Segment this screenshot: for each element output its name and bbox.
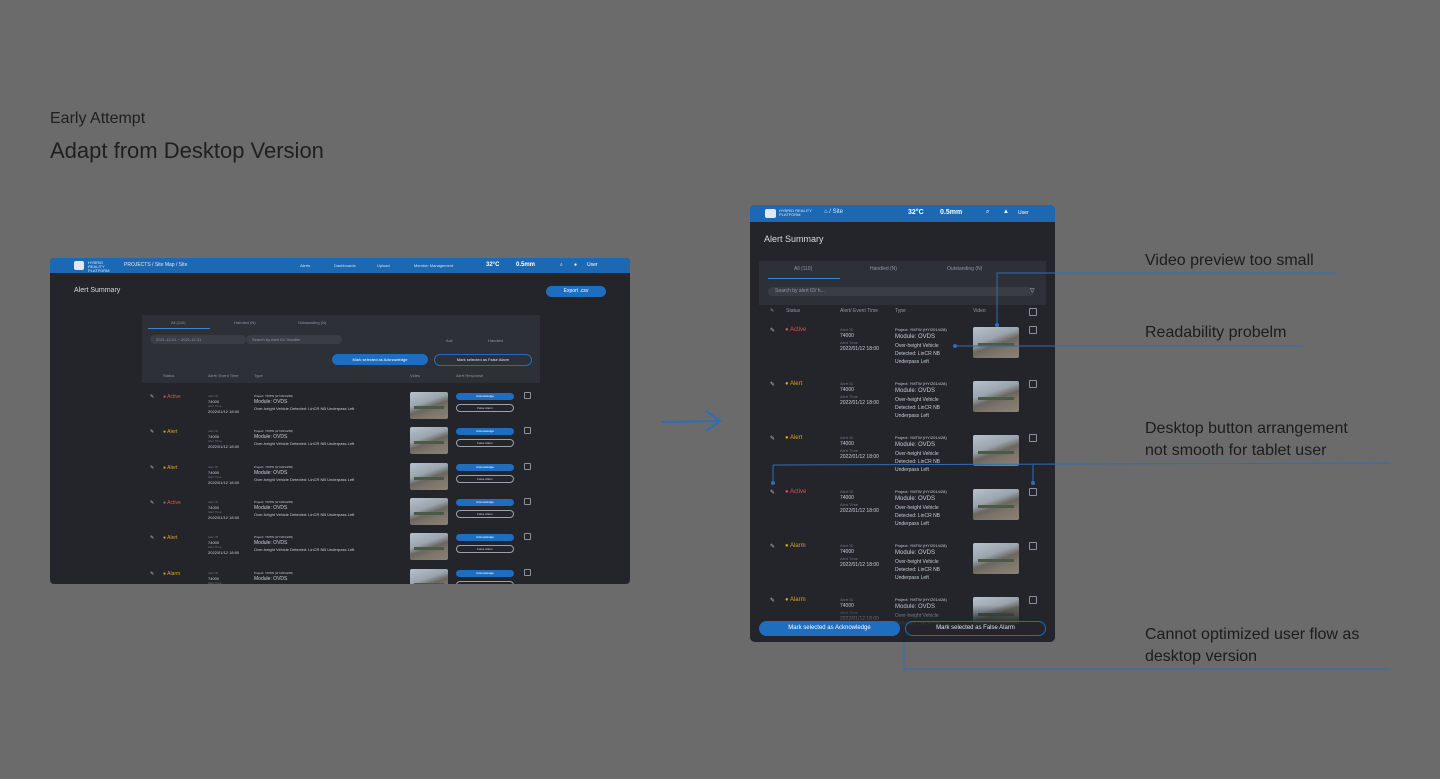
annotation-button-arrangement-line1: Desktop button arrangement — [1145, 420, 1348, 437]
annotation-user-flow-line2: desktop version — [1145, 648, 1258, 665]
annotation-video-preview: Video preview too small — [1145, 252, 1314, 269]
annotation-user-flow: Cannot optimized user flow as desktop ve… — [1145, 624, 1359, 668]
annotation-button-arrangement-line2: not smooth for tablet user — [1145, 442, 1327, 459]
annotation-user-flow-line1: Cannot optimized user flow as — [1145, 626, 1360, 643]
annotation-readability: Readability probelm — [1145, 324, 1287, 341]
annotation-button-arrangement: Desktop button arrangement not smooth fo… — [1145, 418, 1348, 462]
